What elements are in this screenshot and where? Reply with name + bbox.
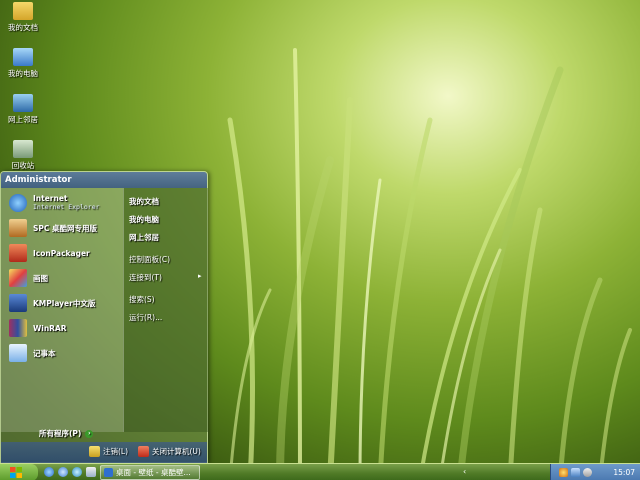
start-button[interactable] [0,464,38,480]
logoff-button[interactable]: 注销(L) [89,446,128,457]
desktop-icon-network[interactable]: 网上邻居 [0,94,46,125]
spc-icon [9,219,27,237]
program-kmplayer[interactable]: KMPlayer中文版 [9,292,95,314]
places-my-computer[interactable]: 我的电脑 [129,214,159,225]
ie-window-icon [104,468,113,477]
clock[interactable]: 15:07 [613,468,635,477]
desktop-icon-recycle-bin[interactable]: 回收站 [0,140,46,171]
start-menu-pinned-list: Internet Internet Explorer SPC 桌酷网专用版 Ic… [1,188,123,432]
desktop-icon-label: 网上邻居 [8,115,38,124]
qq-icon[interactable] [559,468,568,477]
taskbar-window-button[interactable]: 桌面 - 壁纸 - 桌酷壁... [100,465,200,480]
iconpackager-icon [9,244,27,262]
places-control-panel[interactable]: 控制面板(C) [129,254,170,265]
shutdown-button[interactable]: 关闭计算机(U) [138,446,201,457]
logoff-label: 注销(L) [103,447,129,456]
winrar-icon [9,319,27,337]
program-label: SPC 桌酷网专用版 [33,223,98,233]
taskbar: 桌面 - 壁纸 - 桌酷壁... ‹ 15:07 [0,463,640,480]
power-icon [138,446,149,457]
notepad-icon [9,344,27,362]
program-iconpackager[interactable]: IconPackager [9,242,90,264]
desktop-icon-label: 回收站 [11,161,35,170]
kmplayer-icon [9,294,27,312]
program-sublabel: Internet Explorer [33,203,100,211]
network-icon [13,94,33,112]
start-menu-footer: 注销(L) 关闭计算机(U) [1,442,207,463]
volume-icon[interactable] [583,468,592,477]
recycle-bin-icon [13,140,33,158]
all-programs-button[interactable]: 所有程序(P) › [39,428,94,439]
start-menu: Administrator Internet Internet Explorer… [0,171,208,463]
program-internet-explorer[interactable]: Internet Internet Explorer [9,192,100,214]
shutdown-label: 关闭计算机(U) [152,447,201,456]
computer-icon [13,48,33,66]
all-programs-label: 所有程序(P) [39,429,82,438]
quick-launch-ie-icon[interactable] [44,467,54,477]
program-winrar[interactable]: WinRAR [9,317,67,339]
paint-icon [9,269,27,287]
places-my-documents[interactable]: 我的文档 [129,196,159,207]
tray-expand-icon[interactable]: ‹ [463,467,466,476]
chevron-right-icon: ▸ [198,272,202,280]
network-status-icon[interactable] [571,468,580,477]
taskbar-window-label: 桌面 - 壁纸 - 桌酷壁... [116,468,191,477]
program-label: WinRAR [33,323,67,333]
places-run[interactable]: 运行(R)... [129,312,162,323]
desktop-icon-label: 我的电脑 [8,69,38,78]
desktop-icon-label: 我的文档 [8,23,38,32]
program-spc[interactable]: SPC 桌酷网专用版 [9,217,97,239]
start-menu-places: 我的文档 我的电脑 网上邻居 控制面板(C) 连接到(T) ▸ 搜索(S) 运行… [123,188,208,432]
quick-launch-media-icon[interactable] [58,467,68,477]
arrow-right-icon: › [85,429,94,438]
desktop-icon-my-computer[interactable]: 我的电脑 [0,48,46,79]
start-menu-user: Administrator [1,172,207,188]
program-label: 记事本 [33,348,56,358]
windows-flag-icon [10,467,22,478]
desktop-icon-my-documents[interactable]: 我的文档 [0,2,46,33]
places-network[interactable]: 网上邻居 [129,232,159,243]
key-icon [89,446,100,457]
program-label: KMPlayer中文版 [33,298,96,308]
program-label: 画图 [33,273,48,283]
program-notepad[interactable]: 记事本 [9,342,56,364]
quick-launch-explorer-icon[interactable] [72,467,82,477]
places-connect-to[interactable]: 连接到(T) [129,272,162,283]
folder-icon [13,2,33,20]
quick-launch-desktop-icon[interactable] [86,467,96,477]
program-label: IconPackager [33,248,90,258]
system-tray: ‹ 15:07 [463,464,640,480]
internet-explorer-icon [9,194,27,212]
places-search[interactable]: 搜索(S) [129,294,155,305]
program-label: Internet [33,194,68,203]
program-paint[interactable]: 画图 [9,267,48,289]
